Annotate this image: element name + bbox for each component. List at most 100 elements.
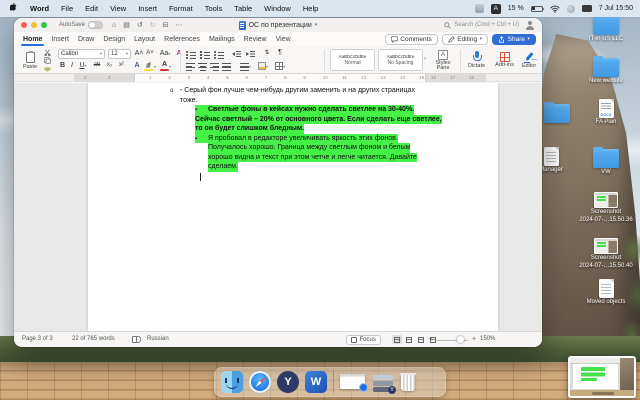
dock-item-safari[interactable] [249,371,271,393]
desktop-icon-screenshot[interactable]: Screenshot2024-07-…15.50.36 [578,192,634,224]
search-field[interactable]: Search (Cmd + Ctrl + U) [444,22,519,29]
dock-item-word[interactable]: W [305,371,327,393]
format-painter-button[interactable] [44,65,51,72]
document-line[interactable]: сделаем. [208,162,238,172]
sort-button[interactable]: ⇅ [262,49,272,56]
print-icon[interactable]: ⊟ [163,22,169,29]
font-name-select[interactable]: Calibri▾ [58,49,105,59]
comments-button[interactable]: Comments [385,34,438,45]
borders-button[interactable]: ▾ [275,62,285,70]
zoom-slider-knob[interactable] [457,336,464,343]
shading-button[interactable]: ▾ [258,62,268,70]
tab-draw[interactable]: Draw [78,36,94,43]
menu-item-window[interactable]: Window [264,4,291,13]
desktop-icon-it-in-us-llc[interactable]: IT-in US LLC [578,16,634,43]
menu-item-edit[interactable]: Edit [85,4,98,13]
share-people-icon[interactable] [525,21,534,30]
desktop-icon-moved-objects[interactable]: Moved objects [578,279,634,306]
document-line[interactable]: ▪Светлые фоны в кейсах нужно сделать све… [195,105,414,115]
tab-layout[interactable]: Layout [134,36,155,43]
style-card-normal[interactable]: AaBbCcDdEeNormal [330,49,375,71]
document-line[interactable]: Получалось хорошо. Граница между светлым… [208,143,410,153]
zoom-out-button[interactable]: − [428,336,432,343]
tab-home[interactable]: Home [23,36,42,43]
chevron-down-icon[interactable]: ▾ [315,22,318,28]
menu-app-name[interactable]: Word [30,4,49,13]
document-line[interactable]: тоже. [180,96,197,106]
tab-references[interactable]: References [164,36,200,43]
input-source-icon[interactable]: A [491,4,501,14]
language-indicator[interactable]: Russian [147,336,169,342]
style-card-no-spacing[interactable]: AaBbCcDdEeNo Spacing [378,49,423,71]
line-spacing-button[interactable]: ▾ [240,62,251,70]
desktop-icon-fa-plan[interactable]: DOCXFA Plan [578,99,634,126]
copy-button[interactable] [44,57,51,64]
editing-button[interactable]: Editing ▾ [442,34,488,45]
menubar-clock[interactable]: 7 Jul 15:50 [599,5,633,12]
menu-item-help[interactable]: Help [303,4,318,13]
zoom-button[interactable] [41,22,47,28]
save-icon[interactable]: ▤ [123,22,130,29]
strikethrough-button[interactable]: ab [91,62,103,68]
highlight-button[interactable]: ▾ [144,62,156,71]
dock-item-yandex[interactable]: Y [277,371,299,393]
document-line[interactable]: то он будет слишком бледным. [195,124,304,134]
proofing-icon[interactable] [132,336,141,343]
menu-extra-icon[interactable] [475,4,484,13]
multilevel-list-button[interactable] [214,50,224,58]
web-layout-view-button[interactable] [404,335,414,344]
document-line[interactable]: o- Серый фон лучше чем-нибудь другим зам… [170,86,415,96]
zoom-level[interactable]: 150% [480,336,495,342]
justify-button[interactable] [222,62,231,70]
show-paragraph-button[interactable]: ¶ [275,49,285,56]
text-effects-button[interactable]: A [132,62,142,69]
tab-mailings[interactable]: Mailings [209,36,235,43]
menu-item-tools[interactable]: Tools [205,4,223,13]
superscript-button[interactable]: x² [116,62,127,68]
tab-view[interactable]: View [276,36,291,43]
desktop-icon-new-website[interactable]: New website [578,58,634,85]
font-size-select[interactable]: 12▾ [108,49,131,59]
tab-review[interactable]: Review [244,36,267,43]
dock-item-finder[interactable] [221,371,243,393]
apple-menu[interactable] [10,3,18,14]
document-line[interactable]: Сейчас светлый – 20% от основного цвета.… [195,115,442,125]
dock-item-trash[interactable] [400,371,416,393]
change-case-button[interactable]: Aa▾ [158,50,172,57]
dock-item-window[interactable] [340,371,366,393]
redo-icon[interactable]: ↻ [150,22,156,29]
bullet-list-button[interactable] [186,50,196,58]
wifi-icon[interactable] [550,5,560,13]
home-icon[interactable]: ⌂ [112,22,116,29]
menu-item-file[interactable]: File [61,4,73,13]
editor-button[interactable]: Editor [518,49,540,72]
screenshot-preview[interactable] [568,356,636,398]
undo-icon[interactable]: ↺ [137,22,143,29]
align-center-button[interactable] [198,62,207,70]
dictate-button[interactable]: Dictate [464,49,489,72]
increase-indent-button[interactable] [246,50,255,58]
subscript-button[interactable]: x₂ [104,62,115,68]
menu-item-insert[interactable]: Insert [138,4,157,13]
battery-icon[interactable] [531,6,543,12]
phonetic-button[interactable]: A [174,50,184,57]
focus-button[interactable]: Focus [346,335,381,345]
close-button[interactable] [21,22,27,28]
styles-pane-button[interactable]: A Styles Pane [430,49,456,72]
autosave-control[interactable]: AutoSave [59,21,103,29]
grow-font-button[interactable]: A˄ [134,50,144,57]
minimize-button[interactable] [31,22,37,28]
desktop-icon-screenshot[interactable]: Screenshot2024-07-…15.50.40 [578,238,634,270]
align-right-button[interactable] [210,62,219,70]
document-line[interactable]: ▪Я пробовал в редакторе увеличивать ярко… [195,134,398,144]
print-layout-view-button[interactable] [392,335,402,344]
italic-button[interactable]: I [68,62,76,69]
more-icon[interactable]: ⋯ [176,22,183,29]
tab-design[interactable]: Design [103,36,125,43]
paste-button[interactable]: Paste [19,49,41,72]
zoom-in-button[interactable]: + [472,336,476,343]
font-color-button[interactable]: A▾ [160,61,171,71]
bold-button[interactable]: B [58,62,67,69]
ruler[interactable]: 23 123456789101112131415 161718 [14,74,542,82]
cut-button[interactable] [44,49,51,56]
